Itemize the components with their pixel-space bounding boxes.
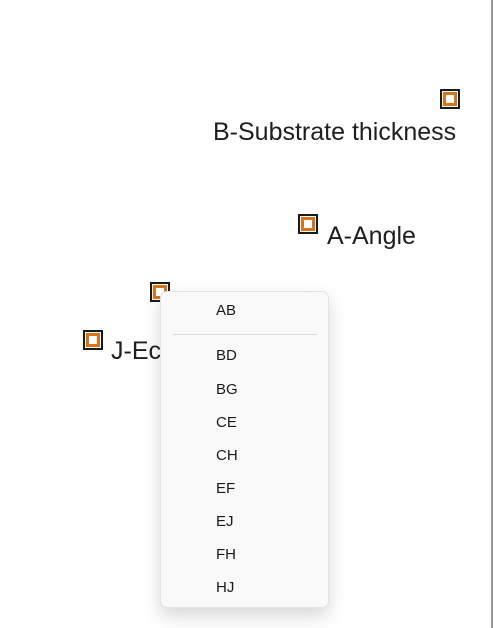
menu-item-ej[interactable]: EJ [162,506,327,538]
menu-item-ch[interactable]: CH [162,440,327,472]
menu-item-bd[interactable]: BD [162,340,327,372]
menu-item-bg[interactable]: BG [162,374,327,406]
menu-item-ef[interactable]: EF [162,473,327,505]
node-j-label[interactable]: J-Ec [111,336,160,366]
node-b-marker-icon[interactable] [440,89,460,109]
node-a-label[interactable]: A-Angle [327,221,416,251]
menu-item-ab[interactable]: AB [162,295,327,327]
node-a-marker-icon[interactable] [298,214,318,234]
menu-item-ce[interactable]: CE [162,407,327,439]
context-menu: AB BD BG CE CH EF EJ FH HJ [160,291,329,608]
menu-item-hj[interactable]: HJ [162,572,327,604]
node-b-label[interactable]: B-Substrate thickness [213,117,456,147]
menu-separator [173,334,317,335]
diagram-canvas[interactable]: B-Substrate thickness A-Angle J-Ec AB BD… [0,0,493,628]
menu-item-fh[interactable]: FH [162,539,327,571]
node-j-marker-icon[interactable] [83,330,103,350]
